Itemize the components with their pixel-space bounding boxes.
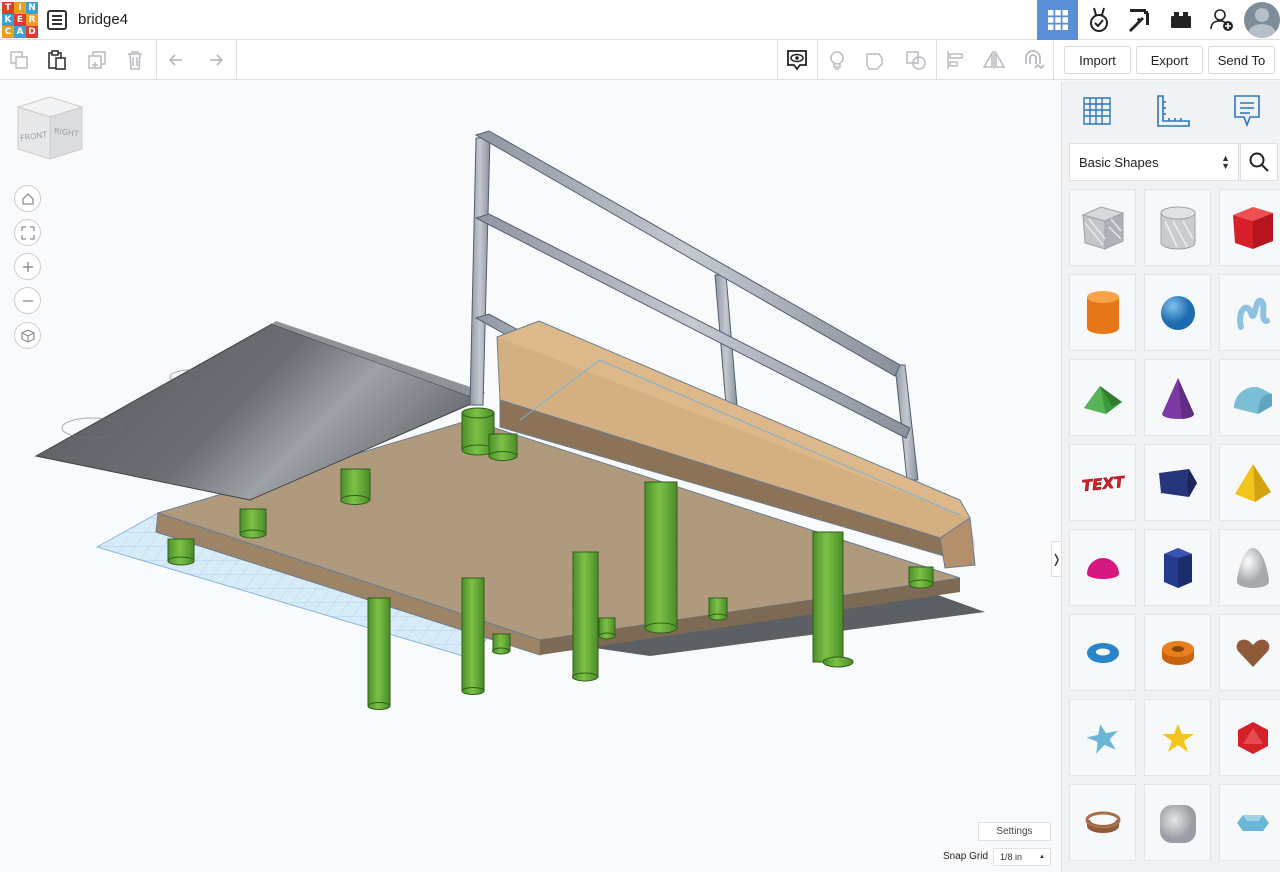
- add-user-icon[interactable]: [1201, 0, 1242, 40]
- duplicate-icon[interactable]: [78, 40, 116, 80]
- notes-visibility-icon[interactable]: [778, 40, 816, 80]
- shape-diamond[interactable]: [1219, 784, 1280, 861]
- zoom-in-icon[interactable]: [14, 253, 41, 280]
- shape-ring[interactable]: [1069, 784, 1136, 861]
- logo-letter: T: [2, 2, 14, 14]
- zoom-out-icon[interactable]: [14, 287, 41, 314]
- lightbulb-icon[interactable]: [818, 40, 856, 80]
- top-bar: TINKERCAD bridge4: [0, 0, 1280, 40]
- shape-box-hole[interactable]: [1069, 189, 1136, 266]
- shape-roof[interactable]: [1069, 359, 1136, 436]
- settings-button[interactable]: Settings: [978, 822, 1051, 841]
- group-icon[interactable]: [857, 40, 895, 80]
- logo-letter: D: [26, 26, 38, 38]
- view-cube[interactable]: FRONT RIGHT: [12, 93, 88, 168]
- shape-category-value: Basic Shapes: [1079, 154, 1159, 170]
- paste-icon[interactable]: [38, 40, 76, 80]
- shape-cylinder[interactable]: [1069, 274, 1136, 351]
- user-avatar[interactable]: [1244, 2, 1280, 38]
- import-button[interactable]: Import: [1064, 46, 1131, 74]
- mirror-icon[interactable]: [975, 40, 1013, 80]
- export-button[interactable]: Export: [1136, 46, 1203, 74]
- edit-toolbar: Import Export Send To: [0, 40, 1280, 80]
- shapes-grid: TEXT: [1069, 189, 1280, 861]
- 3d-design-grid-icon[interactable]: [1037, 0, 1078, 40]
- align-icon[interactable]: [937, 40, 975, 80]
- tinkercad-logo[interactable]: TINKERCAD: [2, 2, 38, 38]
- fit-all-icon[interactable]: [14, 219, 41, 246]
- magnet-icon[interactable]: [1014, 40, 1052, 80]
- shape-torus[interactable]: [1069, 614, 1136, 691]
- redo-icon[interactable]: [196, 40, 234, 80]
- shape-paraboloid[interactable]: [1219, 529, 1280, 606]
- shape-pyramid[interactable]: [1219, 444, 1280, 521]
- document-title[interactable]: bridge4: [78, 11, 128, 28]
- delete-icon[interactable]: [116, 40, 154, 80]
- workplane-icon[interactable]: [1075, 89, 1119, 133]
- logo-letter: K: [2, 14, 14, 26]
- shape-round-roof[interactable]: [1219, 359, 1280, 436]
- shape-heart[interactable]: [1219, 614, 1280, 691]
- logo-letter: A: [14, 26, 26, 38]
- shape-polygon-prism[interactable]: [1144, 529, 1211, 606]
- ungroup-icon[interactable]: [897, 40, 935, 80]
- snap-grid-select[interactable]: 1/8 in: [993, 848, 1051, 866]
- shapes-panel: Basic Shapes ▲ ▼ TEXT: [1061, 81, 1280, 872]
- home-view-icon[interactable]: [14, 185, 41, 212]
- logo-letter: I: [14, 2, 26, 14]
- circuits-icon[interactable]: [1078, 0, 1119, 40]
- 3d-scene[interactable]: [0, 81, 1060, 872]
- shape-half-sphere[interactable]: [1069, 529, 1136, 606]
- ruler-icon[interactable]: [1151, 89, 1195, 133]
- undo-icon[interactable]: [158, 40, 196, 80]
- lego-brick-icon[interactable]: [1160, 0, 1201, 40]
- shape-cone[interactable]: [1144, 359, 1211, 436]
- shape-sphere[interactable]: [1144, 274, 1211, 351]
- snap-grid-label: Snap Grid: [943, 851, 989, 862]
- shape-category-select[interactable]: Basic Shapes ▲ ▼: [1069, 143, 1239, 181]
- logo-letter: E: [14, 14, 26, 26]
- shape-text[interactable]: TEXT: [1069, 444, 1136, 521]
- select-arrows-icon: ▲ ▼: [1221, 153, 1230, 171]
- shape-tube[interactable]: [1144, 614, 1211, 691]
- perspective-icon[interactable]: [14, 322, 41, 349]
- logo-letter: N: [26, 2, 38, 14]
- shape-box[interactable]: [1219, 189, 1280, 266]
- design-list-icon[interactable]: [47, 10, 67, 30]
- text-shape-label: TEXT: [1081, 472, 1127, 495]
- shape-scribble[interactable]: [1219, 274, 1280, 351]
- shape-cylinder-hole[interactable]: [1144, 189, 1211, 266]
- shape-search-icon[interactable]: [1240, 143, 1278, 181]
- shape-star[interactable]: [1069, 699, 1136, 776]
- workplane-viewport[interactable]: FRONT RIGHT Settings Snap Grid 1/8 in ❭: [0, 81, 1062, 872]
- minecraft-pickaxe-icon[interactable]: [1119, 0, 1160, 40]
- logo-letter: C: [2, 26, 14, 38]
- logo-letter: R: [26, 14, 38, 26]
- notes-icon[interactable]: [1225, 89, 1269, 133]
- shape-rounded-box[interactable]: [1144, 784, 1211, 861]
- shape-icosahedron[interactable]: [1219, 699, 1280, 776]
- shape-star-yellow[interactable]: [1144, 699, 1211, 776]
- shape-polygon[interactable]: [1144, 444, 1211, 521]
- copy-icon[interactable]: [0, 40, 38, 80]
- send-to-button[interactable]: Send To: [1208, 46, 1275, 74]
